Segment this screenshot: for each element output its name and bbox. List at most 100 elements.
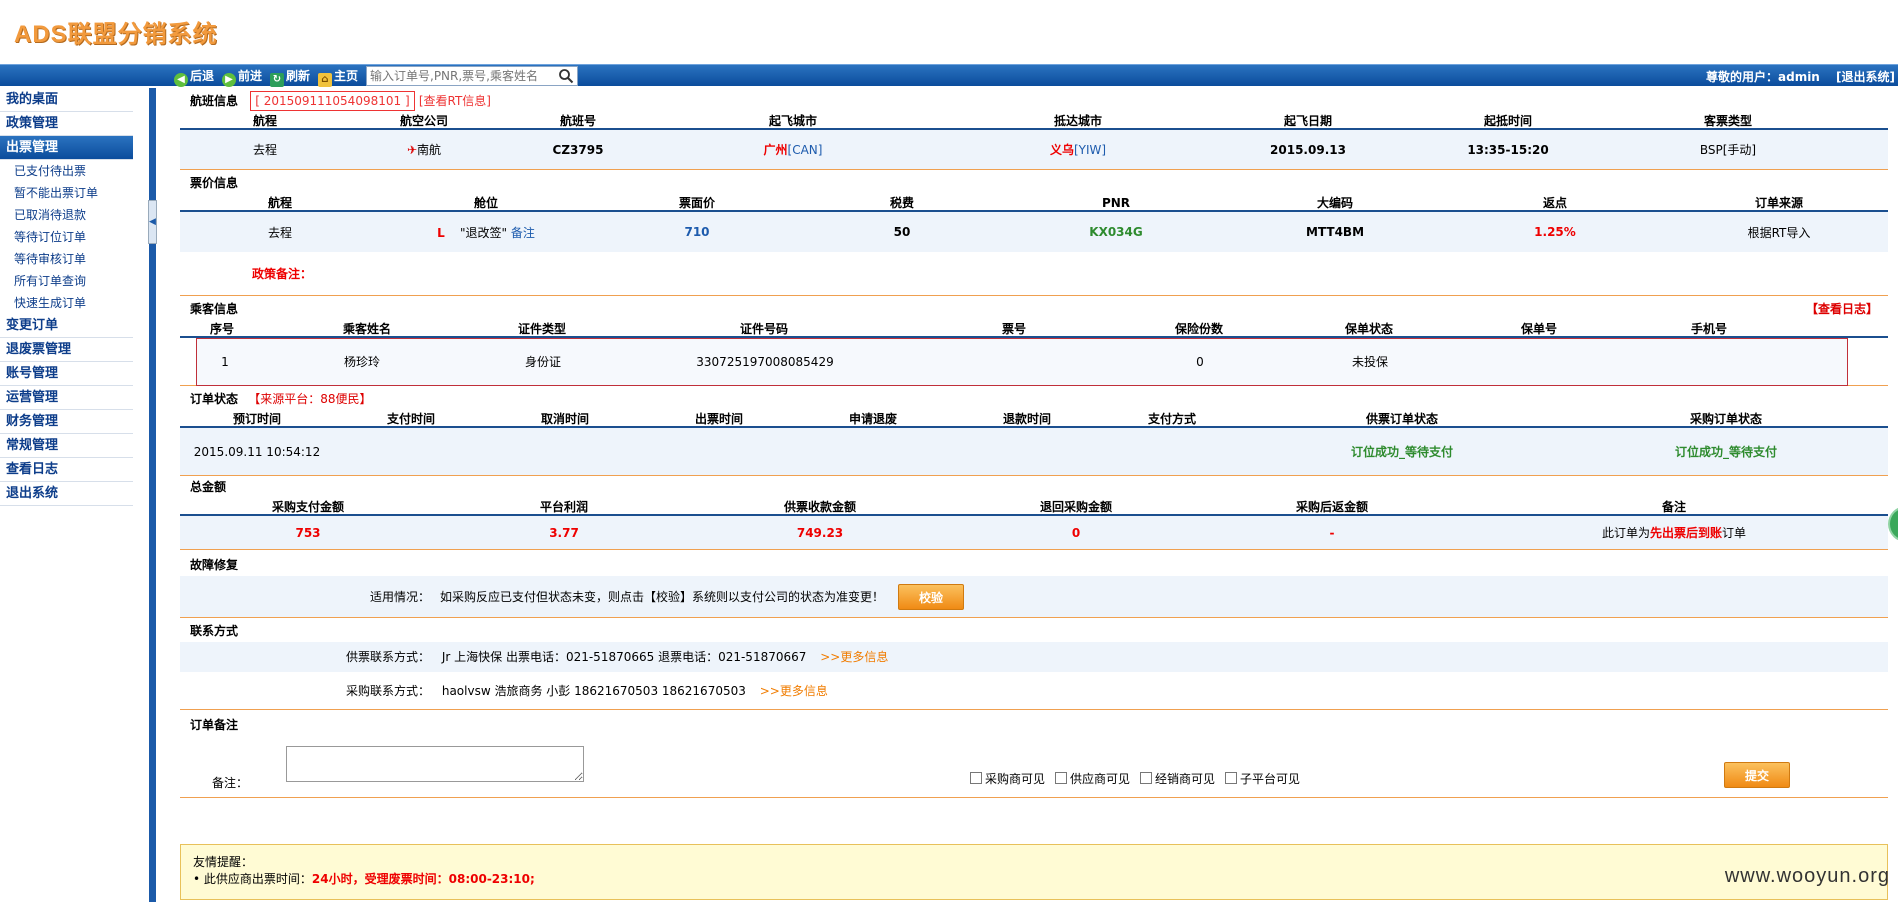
fare-big-pnr: MTT4BM — [1305, 225, 1365, 239]
sidebar-sub-waiting-review[interactable]: 等待审核订单 — [0, 248, 136, 270]
watermark: www.wooyun.org — [1724, 865, 1890, 887]
sidebar-item-refund[interactable]: 退废票管理 — [0, 338, 133, 362]
passenger-table-header: 序号 乘客姓名 证件类型 证件号码 票号 保险份数 保单状态 保单号 手机号 — [180, 320, 1888, 338]
amount-row: 753 3.77 749.23 0 - 此订单为先出票后到账订单 — [180, 516, 1888, 550]
col-header: 取消时间 — [540, 412, 589, 426]
purchase-more-link[interactable]: >>更多信息 — [760, 684, 828, 698]
note-textarea[interactable] — [286, 746, 584, 782]
purchase-order-status: 订位成功_等待支付 — [1674, 445, 1777, 459]
view-rt-link[interactable]: [查看RT信息] — [419, 94, 491, 108]
sidebar-sub-all-orders[interactable]: 所有订单查询 — [0, 270, 136, 292]
col-header: 航班号 — [559, 114, 596, 128]
logout-link[interactable]: [退出系统] — [1836, 68, 1895, 85]
col-header: 出票时间 — [694, 412, 743, 426]
col-header: 供票订单状态 — [1365, 412, 1438, 426]
view-log-link[interactable]: 【查看日志】 — [1806, 298, 1878, 320]
fare-cabin: L "退改签" 备注 — [437, 225, 535, 240]
col-header: 手机号 — [1690, 322, 1727, 336]
col-header: 供票收款金额 — [783, 500, 856, 514]
supply-contact-label: 供票联系方式： — [346, 650, 431, 664]
search-input[interactable] — [367, 67, 557, 85]
flight-table-header: 航程 航空公司 航班号 起飞城市 抵达城市 起飞日期 起抵时间 客票类型 — [180, 112, 1888, 130]
checkbox-distributor[interactable]: 经销商可见 — [1140, 770, 1215, 787]
col-header: 保单号 — [1520, 322, 1557, 336]
back-button[interactable]: ◀ 后退 — [174, 68, 214, 87]
passenger-no: 1 — [221, 354, 229, 369]
passenger-row-wrap: 1 杨珍玲 身份证 330725197008085429 0 未投保 — [180, 337, 1888, 386]
sidebar-item-finance[interactable]: 财务管理 — [0, 410, 133, 434]
col-header: 退款时间 — [1002, 412, 1051, 426]
checkbox-icon[interactable] — [1140, 772, 1152, 784]
friendly-reminder: 友情提醒： • 此供应商出票时间：24小时，受理废票时间：08:00-23:10… — [180, 844, 1888, 900]
home-icon: ⌂ — [318, 73, 332, 87]
supply-receive-amount: 749.23 — [796, 525, 844, 540]
col-header: 支付时间 — [386, 412, 435, 426]
repair-section-title: 故障修复 — [190, 558, 239, 572]
checkbox-icon[interactable] — [1055, 772, 1067, 784]
sidebar-item-operations[interactable]: 运营管理 — [0, 386, 133, 410]
supply-contact-text: Jr 上海快保 出票电话：021-51870665 退票电话：021-51870… — [441, 650, 807, 664]
purchase-contact-label: 采购联系方式： — [346, 684, 431, 698]
book-time: 2015.09.11 10:54:12 — [193, 444, 321, 459]
submit-note-button[interactable]: 提交 — [1724, 762, 1790, 788]
sidebar-item-desktop[interactable]: 我的桌面 — [0, 88, 133, 112]
note-label: 备注： — [212, 776, 249, 790]
airline-logo-icon: ✈ — [406, 143, 418, 157]
checkbox-subplatform[interactable]: 子平台可见 — [1225, 770, 1300, 787]
back-rebate-amount: - — [1329, 525, 1335, 540]
repair-label: 适用情况： — [370, 590, 431, 604]
sidebar-item-ticketing[interactable]: 出票管理 — [0, 136, 133, 160]
header: ADS联盟分销系统 — [0, 0, 1898, 64]
sidebar-sub-waiting-booking[interactable]: 等待订位订单 — [0, 226, 136, 248]
departure-date: 2015.09.13 — [1270, 142, 1346, 157]
home-button[interactable]: ⌂ 主页 — [318, 68, 358, 87]
col-header: 起飞日期 — [1283, 114, 1332, 128]
sidebar-item-change-order[interactable]: 变更订单 — [0, 314, 133, 338]
sidebar-item-logs[interactable]: 查看日志 — [0, 458, 133, 482]
col-header: PNR — [1101, 196, 1131, 210]
col-header: 申请退废 — [848, 412, 897, 426]
flight-leg: 去程 — [252, 143, 277, 157]
col-header: 航程 — [267, 196, 292, 210]
col-header: 票号 — [1001, 322, 1026, 336]
flight-section-title: 航班信息 [ 201509111054098101 ] [查看RT信息] — [180, 90, 1888, 112]
checkbox-supplier[interactable]: 供应商可见 — [1055, 770, 1130, 787]
refund-amount: 0 — [1071, 525, 1081, 540]
sidebar-item-policy[interactable]: 政策管理 — [0, 112, 133, 136]
remark-link[interactable]: 备注 — [511, 226, 535, 240]
checkbox-icon[interactable] — [970, 772, 982, 784]
fare-tax: 50 — [893, 225, 911, 239]
search-icon[interactable] — [558, 68, 574, 84]
sidebar-item-exit[interactable]: 退出系统 — [0, 482, 133, 506]
col-header: 大编码 — [1316, 196, 1353, 210]
purchase-contact-row: 采购联系方式： haolvsw 浩旅商务 小彭 18621670503 1862… — [180, 672, 1888, 710]
refresh-button[interactable]: ↻ 刷新 — [270, 68, 310, 87]
change-rule-link[interactable]: 退改签 — [466, 226, 502, 240]
sidebar-sub-cancelled-refund[interactable]: 已取消待退款 — [0, 204, 136, 226]
fare-row: 去程 L "退改签" 备注 710 50 KX034G MTT4BM 1.25%… — [180, 212, 1888, 252]
collapse-sidebar-icon[interactable]: ◀ — [148, 200, 157, 244]
col-header: 起飞城市 — [768, 114, 817, 128]
sidebar-sub-cannot-issue[interactable]: 暂不能出票订单 — [0, 182, 136, 204]
sidebar-sub-paid-pending[interactable]: 已支付待出票 — [0, 160, 136, 182]
col-header: 证件号码 — [739, 322, 788, 336]
passenger-name: 杨珍玲 — [343, 355, 380, 369]
order-note-title: 订单备注 — [190, 718, 239, 732]
repair-row: 适用情况： 如采购反应已支付但状态未变，则点击【校验】系统则以支付公司的状态为准… — [180, 576, 1888, 618]
sidebar-item-general[interactable]: 常规管理 — [0, 434, 133, 458]
passenger-row[interactable]: 1 杨珍玲 身份证 330725197008085429 0 未投保 — [196, 337, 1848, 386]
passenger-section-title: 乘客信息 【查看日志】 — [180, 298, 1888, 320]
sidebar-item-account[interactable]: 账号管理 — [0, 362, 133, 386]
passenger-id-type: 身份证 — [524, 355, 561, 369]
sidebar-sub-quick-order[interactable]: 快速生成订单 — [0, 292, 136, 314]
purchase-pay-amount: 753 — [295, 525, 321, 540]
passenger-insurance: 0 — [1196, 354, 1204, 369]
floating-side-tab[interactable] — [1888, 506, 1898, 542]
checkbox-icon[interactable] — [1225, 772, 1237, 784]
supply-more-link[interactable]: >>更多信息 — [820, 650, 888, 664]
forward-button[interactable]: ▶ 前进 — [222, 68, 262, 87]
ticket-type: BSP[手动] — [1699, 143, 1757, 157]
verify-button[interactable]: 校验 — [898, 583, 965, 610]
checkbox-purchaser[interactable]: 采购商可见 — [970, 770, 1045, 787]
col-header: 舱位 — [473, 196, 498, 210]
